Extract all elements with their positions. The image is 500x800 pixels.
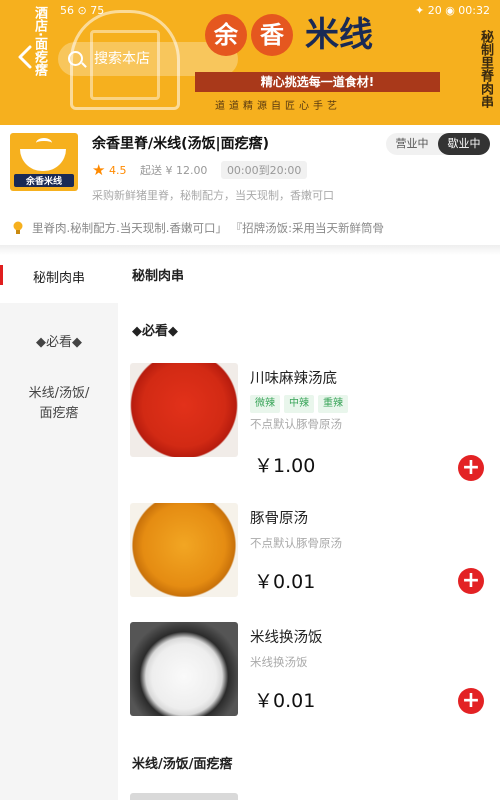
sidebar-item-label-line2: 面疙瘩: [39, 406, 79, 421]
shop-banner: 酒店·面疙瘩 秘制里脊肉串 56 ⊙ 75 ✦ 20 ◉ 00:32 余 香 米…: [0, 0, 500, 125]
menu-item[interactable]: 米线换汤饭 米线换汤饭 ￥0.01 +: [130, 622, 490, 732]
section-title-must-see: ◆必看◆: [132, 324, 178, 339]
item-image: [130, 503, 238, 597]
item-price: ￥0.01: [254, 690, 316, 712]
item-image: [130, 793, 238, 800]
item-image: [130, 363, 238, 457]
section-title-noodles: 米线/汤饭/面疙瘩: [132, 757, 233, 772]
shop-logo-text: 余香米线: [14, 174, 74, 187]
sidebar-item-skewers[interactable]: 秘制肉串: [0, 255, 118, 303]
business-hours: 00:00到20:00: [220, 161, 308, 179]
bowl-icon: [20, 149, 66, 171]
menu-item[interactable]: 川味麻辣汤底 微辣 中辣 重辣 不点默认豚骨原汤 ￥1.00 +: [130, 363, 490, 481]
tag-medium[interactable]: 中辣: [284, 395, 314, 413]
banner-side-text-right: 秘制里脊肉串: [478, 30, 493, 108]
status-open-option[interactable]: 营业中: [386, 133, 438, 155]
brand-circle-1: 余: [205, 14, 247, 56]
item-price: ￥1.00: [254, 455, 316, 477]
status-closed-option[interactable]: 歇业中: [438, 133, 490, 155]
item-subtitle: 米线换汤饭: [250, 655, 308, 669]
item-image: [130, 622, 238, 716]
tag-mild[interactable]: 微辣: [250, 395, 280, 413]
status-left: 56 ⊙ 75: [60, 4, 105, 17]
tag-hot[interactable]: 重辣: [318, 395, 348, 413]
sidebar-item-label-line1: 米线/汤饭/: [28, 386, 90, 401]
divider: [0, 245, 500, 255]
status-right: ✦ 20 ◉ 00:32: [414, 4, 490, 17]
shop-notice[interactable]: 里脊肉.秘制配方.当天现制.香嫩可口」 『招牌汤饭:采用当天新鲜筒骨: [0, 214, 500, 242]
status-bar: 56 ⊙ 75 ✦ 20 ◉ 00:32: [0, 0, 500, 22]
item-subtitle: 不点默认豚骨原汤: [250, 417, 342, 431]
search-icon: [68, 51, 83, 66]
steam-icon: [36, 138, 52, 148]
item-price: ￥0.01: [254, 571, 316, 593]
rating-score: 4.5: [108, 164, 127, 177]
menu-content: 秘制肉串 ◆必看◆ 川味麻辣汤底 微辣 中辣 重辣 不点默认豚骨原汤 ￥1.00 +…: [118, 255, 500, 800]
item-name: 豚骨原汤: [250, 511, 308, 527]
chevron-left-icon: [18, 45, 32, 69]
sidebar-item-must-see[interactable]: ◆必看◆: [0, 323, 118, 363]
shop-name: 余香里脊/米线(汤饭|面疙瘩): [92, 136, 270, 152]
banner-tagline: 道道精源自匠心手艺: [215, 101, 341, 112]
brand-word: 米线: [305, 15, 373, 55]
add-to-cart-button[interactable]: +: [458, 455, 484, 481]
shop-description: 采购新鲜猪里脊，秘制配方，当天现制，香嫩可口: [92, 189, 334, 202]
star-icon: ★: [92, 161, 106, 179]
add-to-cart-button[interactable]: +: [458, 568, 484, 594]
add-to-cart-button[interactable]: +: [458, 688, 484, 714]
lightbulb-icon: [13, 221, 23, 234]
section-title-skewers: 秘制肉串: [132, 269, 185, 284]
notice-text: 里脊肉.秘制配方.当天现制.香嫩可口」 『招牌汤饭:采用当天新鲜筒骨: [32, 221, 384, 235]
shop-info-card: 余香米线 余香里脊/米线(汤饭|面疙瘩) ★ 4.5 起送 ¥ 12.00 00…: [0, 125, 500, 255]
shop-logo: 余香米线: [10, 133, 78, 191]
search-input[interactable]: [94, 49, 224, 69]
sidebar-item-noodles[interactable]: 米线/汤饭/ 面疙瘩: [0, 379, 118, 429]
menu-item[interactable]: 豚骨原汤 不点默认豚骨原汤 ￥0.01 +: [130, 503, 490, 613]
min-order: 起送 ¥ 12.00: [139, 164, 208, 177]
brand-circle-2: 香: [251, 14, 293, 56]
business-status-toggle[interactable]: 营业中 歇业中: [386, 133, 490, 155]
item-tags: 微辣 中辣 重辣: [250, 391, 352, 413]
back-button[interactable]: [14, 44, 40, 70]
shop-rating-row: ★ 4.5 起送 ¥ 12.00 00:00到20:00: [92, 161, 308, 179]
item-subtitle: 不点默认豚骨原汤: [250, 536, 342, 550]
item-name: 川味麻辣汤底: [250, 371, 337, 387]
shop-page: 酒店·面疙瘩 秘制里脊肉串 56 ⊙ 75 ✦ 20 ◉ 00:32 余 香 米…: [0, 0, 500, 800]
banner-ribbon: 精心挑选每一道食材!: [195, 72, 440, 92]
category-sidebar: 秘制肉串 ◆必看◆ 米线/汤饭/ 面疙瘩: [0, 255, 118, 800]
item-name: 米线换汤饭: [250, 630, 323, 646]
